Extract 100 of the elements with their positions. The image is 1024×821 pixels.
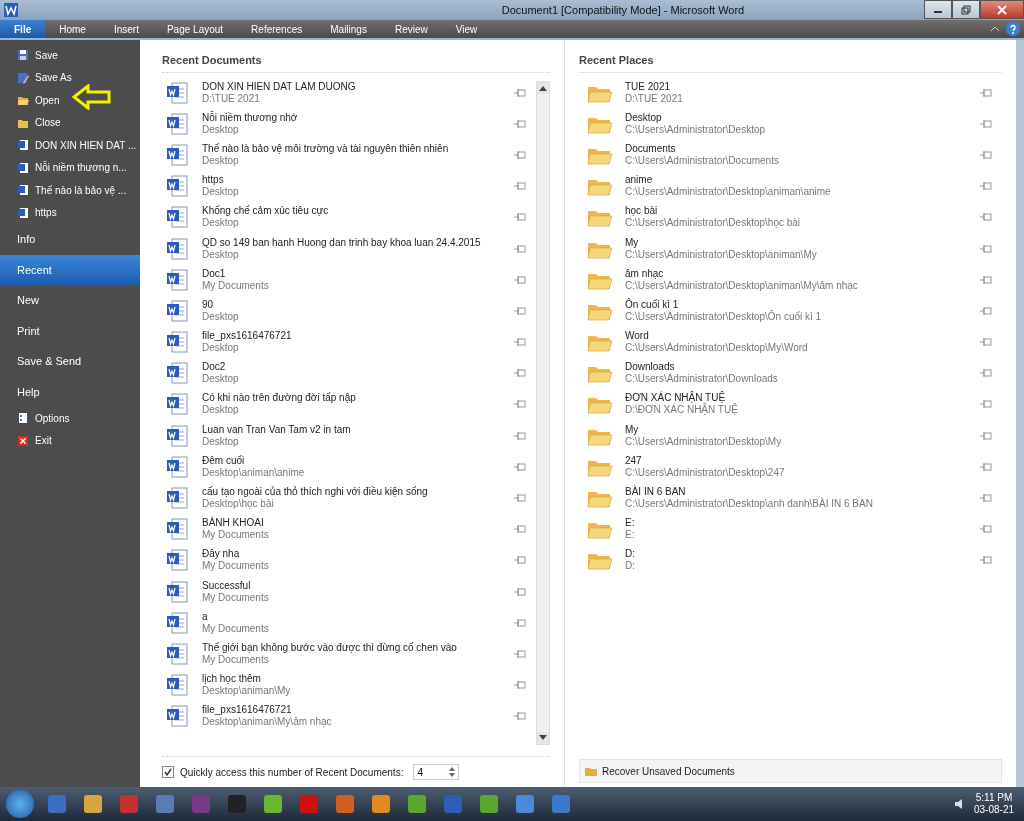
file-name[interactable]: BÀI IN 6 BAN <box>625 486 686 499</box>
help-icon[interactable] <box>1006 22 1020 36</box>
menu-tab[interactable]: Help <box>0 376 140 407</box>
file-name[interactable]: Khống chế cảm xúc tiêu cực <box>202 205 329 218</box>
file-name[interactable]: https <box>202 174 224 187</box>
scroll-down-icon[interactable] <box>539 735 547 741</box>
ribbon-tab[interactable]: Review <box>380 20 442 38</box>
pin-icon[interactable] <box>980 399 992 410</box>
file-name[interactable]: Đây nha <box>202 548 240 561</box>
pin-icon[interactable] <box>514 181 526 192</box>
pin-icon[interactable] <box>514 586 526 597</box>
recent-file-item[interactable]: Nỗi niềm thương n... <box>0 156 140 179</box>
pin-icon[interactable] <box>980 243 992 254</box>
ribbon-tab[interactable]: Insert <box>99 20 153 38</box>
pin-icon[interactable] <box>980 149 992 160</box>
pin-icon[interactable] <box>514 118 526 129</box>
pin-icon[interactable] <box>980 461 992 472</box>
ribbon-tab[interactable]: Page Layout <box>152 20 238 38</box>
file-name[interactable]: Desktop <box>625 111 662 124</box>
ribbon-tab[interactable]: File <box>0 20 46 38</box>
file-name[interactable]: 90 <box>202 298 214 311</box>
checkbox[interactable] <box>162 766 174 778</box>
start-button[interactable] <box>6 790 34 818</box>
file-name[interactable]: Luan van Tran Van Tam v2 in tam <box>202 423 351 436</box>
file-name[interactable]: My <box>625 423 639 436</box>
file-name[interactable]: Documents <box>625 142 676 155</box>
menu-item[interactable]: Exit <box>0 429 140 452</box>
file-name[interactable]: Successful <box>202 579 251 592</box>
ribbon-tab[interactable]: Home <box>45 20 100 38</box>
pin-icon[interactable] <box>980 555 992 566</box>
pin-icon[interactable] <box>514 305 526 316</box>
pin-icon[interactable] <box>980 524 992 535</box>
menu-item[interactable]: Save <box>0 44 140 67</box>
menu-tab[interactable]: New <box>0 285 140 316</box>
menu-tab[interactable]: Recent <box>0 254 140 285</box>
pin-icon[interactable] <box>514 337 526 348</box>
ribbon-tab[interactable]: View <box>441 20 492 38</box>
pin-icon[interactable] <box>980 181 992 192</box>
file-name[interactable]: Đêm cuối <box>202 454 245 467</box>
pin-icon[interactable] <box>514 617 526 628</box>
file-name[interactable]: My <box>625 236 639 249</box>
file-name[interactable]: file_pxs1616476721 <box>202 330 292 343</box>
caret-icon[interactable] <box>990 25 1000 33</box>
file-name[interactable]: học bài <box>625 205 658 218</box>
file-name[interactable]: Nỗi niềm thương nhớ <box>202 111 298 124</box>
file-name[interactable]: lịch học thêm <box>202 673 261 686</box>
pin-icon[interactable] <box>980 212 992 223</box>
file-name[interactable]: Có khi nào trên đường đời tấp nập <box>202 392 356 405</box>
pin-icon[interactable] <box>514 212 526 223</box>
file-name[interactable]: Doc2 <box>202 361 226 374</box>
menu-tab[interactable]: Info <box>0 224 140 255</box>
file-name[interactable]: Downloads <box>625 361 675 374</box>
recover-documents-button[interactable]: Recover Unsaved Documents <box>579 759 1002 783</box>
pin-icon[interactable] <box>980 274 992 285</box>
recent-file-item[interactable]: https <box>0 201 140 224</box>
file-name[interactable]: 247 <box>625 454 642 467</box>
file-name[interactable]: a <box>202 610 208 623</box>
file-name[interactable]: anime <box>625 174 653 187</box>
pin-icon[interactable] <box>514 274 526 285</box>
clock[interactable]: 5:11 PM 03-08-21 <box>973 792 1014 816</box>
minimize-button[interactable] <box>924 0 952 19</box>
file-name[interactable]: Word <box>625 330 649 343</box>
pin-icon[interactable] <box>514 149 526 160</box>
file-name[interactable]: cấu tạo ngoài của thỏ thích nghi với điều kiện sống <box>202 486 428 499</box>
file-name[interactable]: ĐƠN XÁC NHẬN TUỆ <box>625 392 726 405</box>
recent-file-item[interactable]: DON XIN HIEN DAT ... <box>0 134 140 157</box>
pin-icon[interactable] <box>980 430 992 441</box>
pin-icon[interactable] <box>980 337 992 348</box>
pin-icon[interactable] <box>514 87 526 98</box>
recent-file-item[interactable]: Thế nào là bảo vệ ... <box>0 179 140 202</box>
file-name[interactable]: D: <box>625 548 635 561</box>
file-name[interactable]: âm nhạc <box>625 267 664 280</box>
file-name[interactable]: Ôn cuối kì 1 <box>625 298 679 311</box>
pin-icon[interactable] <box>980 87 992 98</box>
spin-arrows-icon[interactable] <box>449 766 456 778</box>
pin-icon[interactable] <box>980 493 992 504</box>
file-name[interactable]: DON XIN HIEN DAT LAM DUONG <box>202 80 356 93</box>
file-name[interactable]: Thế giới bạn không bước vào được thì đừng cố chen vào <box>202 641 457 654</box>
file-name[interactable]: TUE 2021 <box>625 80 671 93</box>
pin-icon[interactable] <box>514 399 526 410</box>
pin-icon[interactable] <box>980 305 992 316</box>
file-name[interactable]: E: <box>625 517 635 530</box>
pin-icon[interactable] <box>514 711 526 722</box>
pin-icon[interactable] <box>514 461 526 472</box>
file-name[interactable]: file_pxs1616476721 <box>202 704 292 717</box>
pin-icon[interactable] <box>514 243 526 254</box>
ribbon-tab[interactable]: References <box>237 20 317 38</box>
pin-icon[interactable] <box>514 680 526 691</box>
menu-tab[interactable]: Save & Send <box>0 346 140 377</box>
menu-tab[interactable]: Print <box>0 315 140 346</box>
file-name[interactable]: Doc1 <box>202 267 226 280</box>
menu-item[interactable]: Open <box>0 89 140 112</box>
scroll-up-icon[interactable] <box>539 85 547 91</box>
menu-item[interactable]: Close <box>0 111 140 134</box>
number-spinner[interactable]: 4 <box>413 764 460 780</box>
scrollbar[interactable] <box>536 81 550 745</box>
pin-icon[interactable] <box>514 648 526 659</box>
pin-icon[interactable] <box>514 555 526 566</box>
file-name[interactable]: Thế nào là bảo vệ môi trường và tài nguyên thiên nhiên <box>202 142 449 155</box>
restore-button[interactable] <box>952 0 980 19</box>
